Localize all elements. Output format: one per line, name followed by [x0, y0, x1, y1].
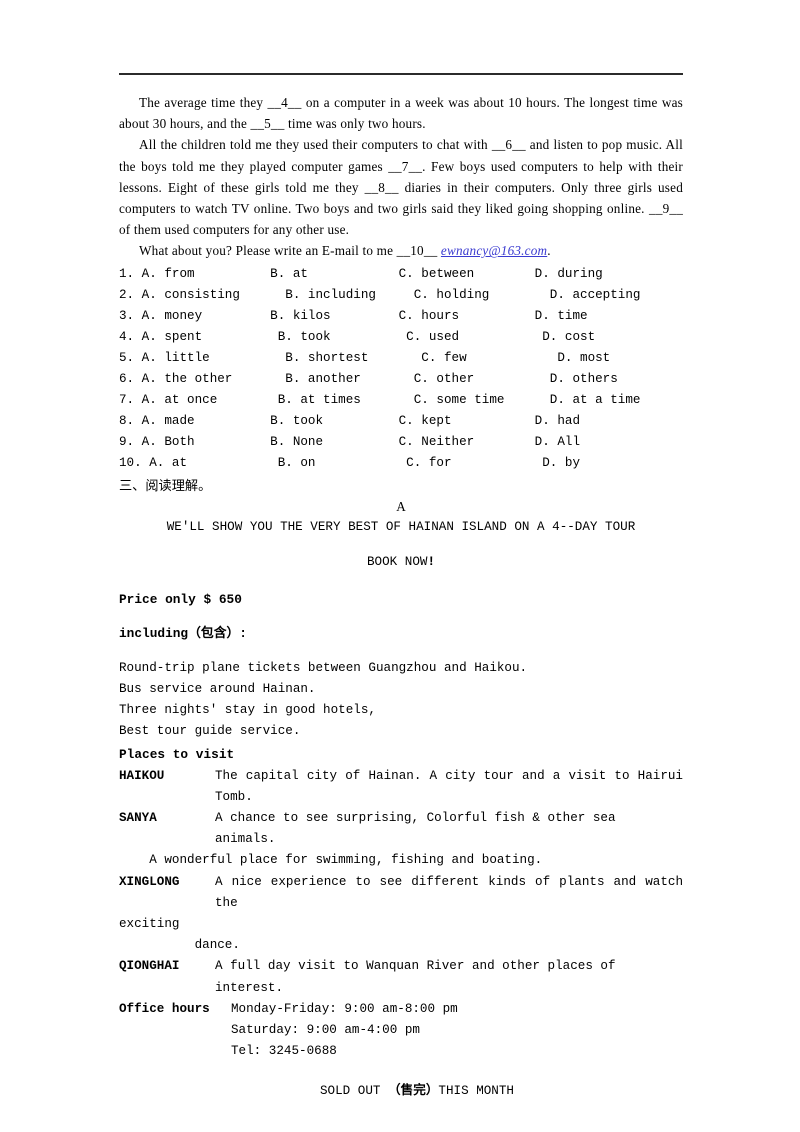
cloze-paragraph-1: The average time they __4__ on a compute… [119, 95, 683, 132]
final-paragraph-period: . [547, 243, 551, 259]
office-hours-saturday: Saturday: 9:00 am-4:00 pm [231, 1023, 420, 1038]
included-item: Bus service around Hainan. [119, 681, 316, 696]
sold-out-suffix: THIS MONTH [438, 1084, 514, 1099]
included-item: Three nights' stay in good hotels, [119, 702, 376, 717]
included-item: Round-trip plane tickets between Guangzh… [119, 660, 528, 675]
passage-letter: A [396, 498, 406, 514]
section-heading-reading: 三、阅读理解。 [119, 477, 212, 493]
option-row-9[interactable]: 9. A. Both B. None C. Neither D. All [119, 432, 683, 453]
cloze-options-list: 1. A. from B. at C. between D. during 2.… [119, 264, 683, 475]
included-items-list: Round-trip plane tickets between Guangzh… [119, 644, 683, 743]
included-item: Best tour guide service. [119, 724, 301, 739]
sold-out-prefix: SOLD OUT [320, 1084, 389, 1099]
book-now-line: BOOK NOW! [119, 538, 683, 573]
cloze-paragraph-final: What about you? Please write an E-mail t… [119, 240, 683, 261]
place-row: SANYA A chance to see surprising, Colorf… [119, 808, 683, 850]
book-now-text: BOOK NOW [366, 554, 428, 569]
place-row: XINGLONG A nice experience to see differ… [119, 872, 683, 914]
option-row-2[interactable]: 2. A. consisting B. including C. holding… [119, 285, 683, 306]
document-content: The average time they __4__ on a compute… [119, 92, 683, 1102]
sold-out-cjk: （售完） [388, 1082, 439, 1098]
place-name-qionghai: QIONGHAI [119, 959, 180, 974]
option-row-7[interactable]: 7. A. at once B. at times C. some time D… [119, 390, 683, 411]
passage-headline: WE'LL SHOW YOU THE VERY BEST OF HAINAN I… [166, 519, 636, 534]
place-description-sanya: A chance to see surprising, Colorful fis… [215, 810, 616, 847]
place-description-xinglong-continued-2: dance. [119, 938, 240, 953]
office-hours-telephone: Tel: 3245-0688 [231, 1044, 337, 1059]
places-to-visit-heading: Places to visit [119, 747, 235, 763]
place-description-xinglong-continued: exciting [119, 917, 180, 931]
place-name-sanya: SANYA [119, 810, 157, 825]
option-row-3[interactable]: 3. A. money B. kilos C. hours D. time [119, 306, 683, 327]
including-label: including（包含）: [119, 625, 247, 641]
top-horizontal-rule [119, 73, 683, 75]
office-hours-weekday: Monday-Friday: 9:00 am-8:00 pm [231, 1001, 458, 1016]
place-name-haikou: HAIKOU [119, 768, 165, 783]
final-paragraph-text: What about you? Please write an E-mail t… [139, 243, 441, 259]
document-page: The average time they __4__ on a compute… [0, 0, 800, 1132]
option-row-8[interactable]: 8. A. made B. took C. kept D. had [119, 411, 683, 432]
sold-out-line: SOLD OUT （售完）THIS MONTH [119, 1062, 683, 1102]
price-line: Price only $ 650 [119, 591, 242, 607]
place-description-qionghai: A full day visit to Wanquan River and ot… [215, 959, 616, 995]
option-row-4[interactable]: 4. A. spent B. took C. used D. cost [119, 327, 683, 348]
office-hours-label: Office hours [119, 1001, 210, 1016]
place-row: QIONGHAI A full day visit to Wanquan Riv… [119, 956, 683, 998]
office-hours-row: Office hours Monday-Friday: 9:00 am-8:00… [119, 999, 683, 1020]
place-name-xinglong: XINGLONG [119, 874, 180, 889]
cloze-paragraph-2: All the children told me they used their… [119, 137, 683, 238]
option-row-10[interactable]: 10. A. at B. on C. for D. by [119, 453, 683, 474]
option-row-6[interactable]: 6. A. the other B. another C. other D. o… [119, 369, 683, 390]
option-row-1[interactable]: 1. A. from B. at C. between D. during [119, 264, 683, 285]
book-now-exclamation: ! [427, 554, 436, 569]
email-link[interactable]: ewnancy@163.com [441, 243, 547, 258]
place-description-haikou: The capital city of Hainan. A city tour … [215, 768, 683, 804]
place-row: HAIKOU The capital city of Hainan. A cit… [119, 766, 683, 808]
place-description-sanya-continued: A wonderful place for swimming, fishing … [119, 853, 543, 868]
option-row-5[interactable]: 5. A. little B. shortest C. few D. most [119, 348, 683, 369]
place-description-xinglong: A nice experience to see different kinds… [215, 874, 683, 910]
